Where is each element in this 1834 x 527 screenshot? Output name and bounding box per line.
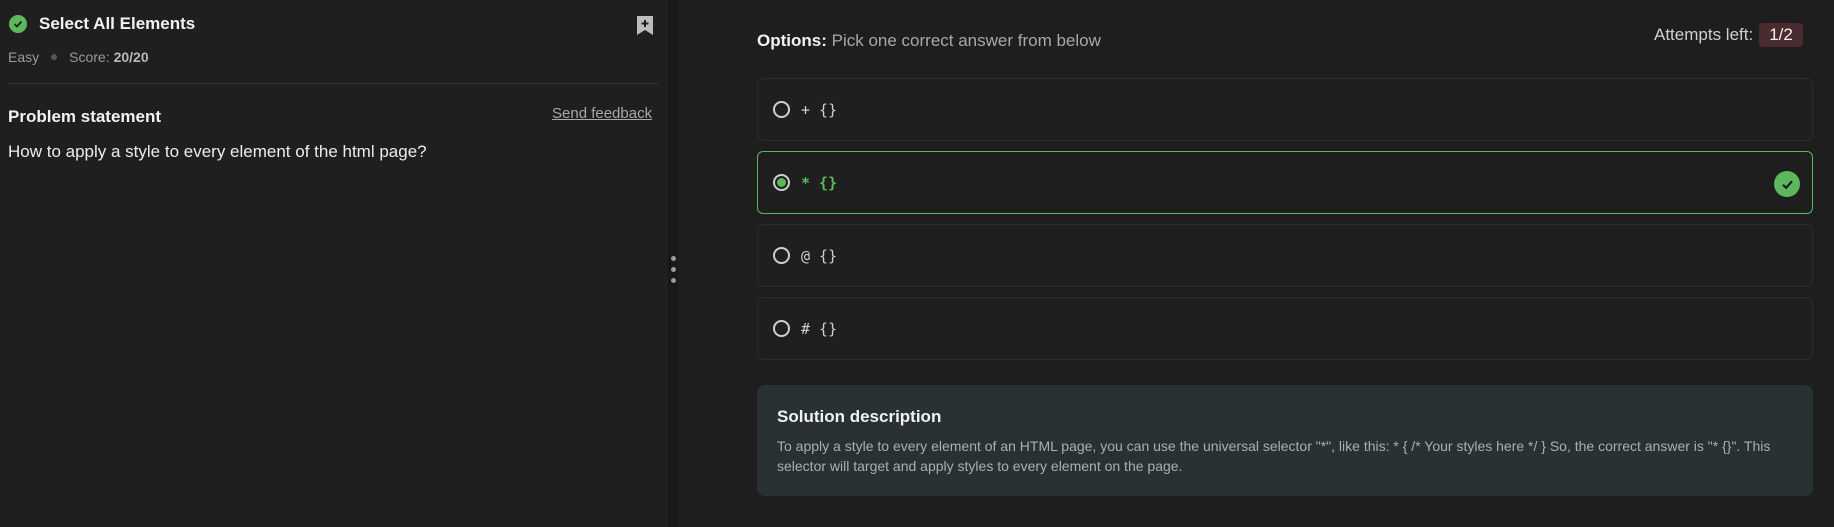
meta-separator-dot bbox=[51, 54, 58, 60]
problem-panel: Select All Elements Easy Score: 20/20 Pr… bbox=[0, 0, 668, 527]
problem-title: Select All Elements bbox=[39, 14, 196, 33]
options-hint: Pick one correct answer from below bbox=[831, 31, 1101, 50]
solved-check-icon bbox=[9, 15, 27, 33]
divider bbox=[8, 83, 658, 84]
score-value: 20/20 bbox=[113, 49, 149, 65]
option-text: + {} bbox=[801, 100, 838, 119]
radio-button[interactable] bbox=[773, 247, 790, 264]
attempts-label: Attempts left: bbox=[1654, 25, 1754, 44]
solution-description: Solution description To apply a style to… bbox=[757, 385, 1813, 496]
option-2[interactable]: * {} bbox=[757, 151, 1813, 214]
score-label: Score: bbox=[69, 49, 110, 65]
bookmark-add-icon[interactable] bbox=[636, 15, 654, 36]
problem-statement-text: How to apply a style to every element of… bbox=[8, 142, 427, 161]
problem-statement-heading: Problem statement bbox=[8, 107, 162, 126]
drag-dot bbox=[671, 256, 676, 261]
radio-button[interactable] bbox=[773, 320, 790, 337]
solution-title: Solution description bbox=[777, 407, 942, 426]
panel-resize-handle[interactable] bbox=[668, 0, 678, 527]
option-text: * {} bbox=[801, 173, 838, 192]
radio-button-selected[interactable] bbox=[773, 174, 790, 191]
options-panel: Options: Pick one correct answer from be… bbox=[678, 0, 1834, 527]
drag-dot bbox=[671, 278, 676, 283]
send-feedback-link[interactable]: Send feedback bbox=[552, 105, 652, 122]
options-header: Options: Pick one correct answer from be… bbox=[757, 31, 1101, 51]
option-3[interactable]: @ {} bbox=[757, 224, 1813, 287]
problem-title-row: Select All Elements bbox=[9, 14, 195, 34]
option-text: @ {} bbox=[801, 246, 838, 265]
option-1[interactable]: + {} bbox=[757, 78, 1813, 141]
drag-dot bbox=[671, 267, 676, 272]
attempts-left: Attempts left: 1/2 bbox=[1654, 23, 1803, 47]
attempts-badge: 1/2 bbox=[1759, 23, 1803, 47]
solution-text: To apply a style to every element of an … bbox=[777, 438, 1771, 474]
correct-check-icon bbox=[1774, 171, 1800, 197]
problem-meta: Easy Score: 20/20 bbox=[8, 49, 149, 65]
radio-button[interactable] bbox=[773, 101, 790, 118]
option-4[interactable]: # {} bbox=[757, 297, 1813, 360]
options-label: Options: bbox=[757, 31, 827, 50]
difficulty-label: Easy bbox=[8, 49, 40, 65]
option-text: # {} bbox=[801, 319, 838, 338]
